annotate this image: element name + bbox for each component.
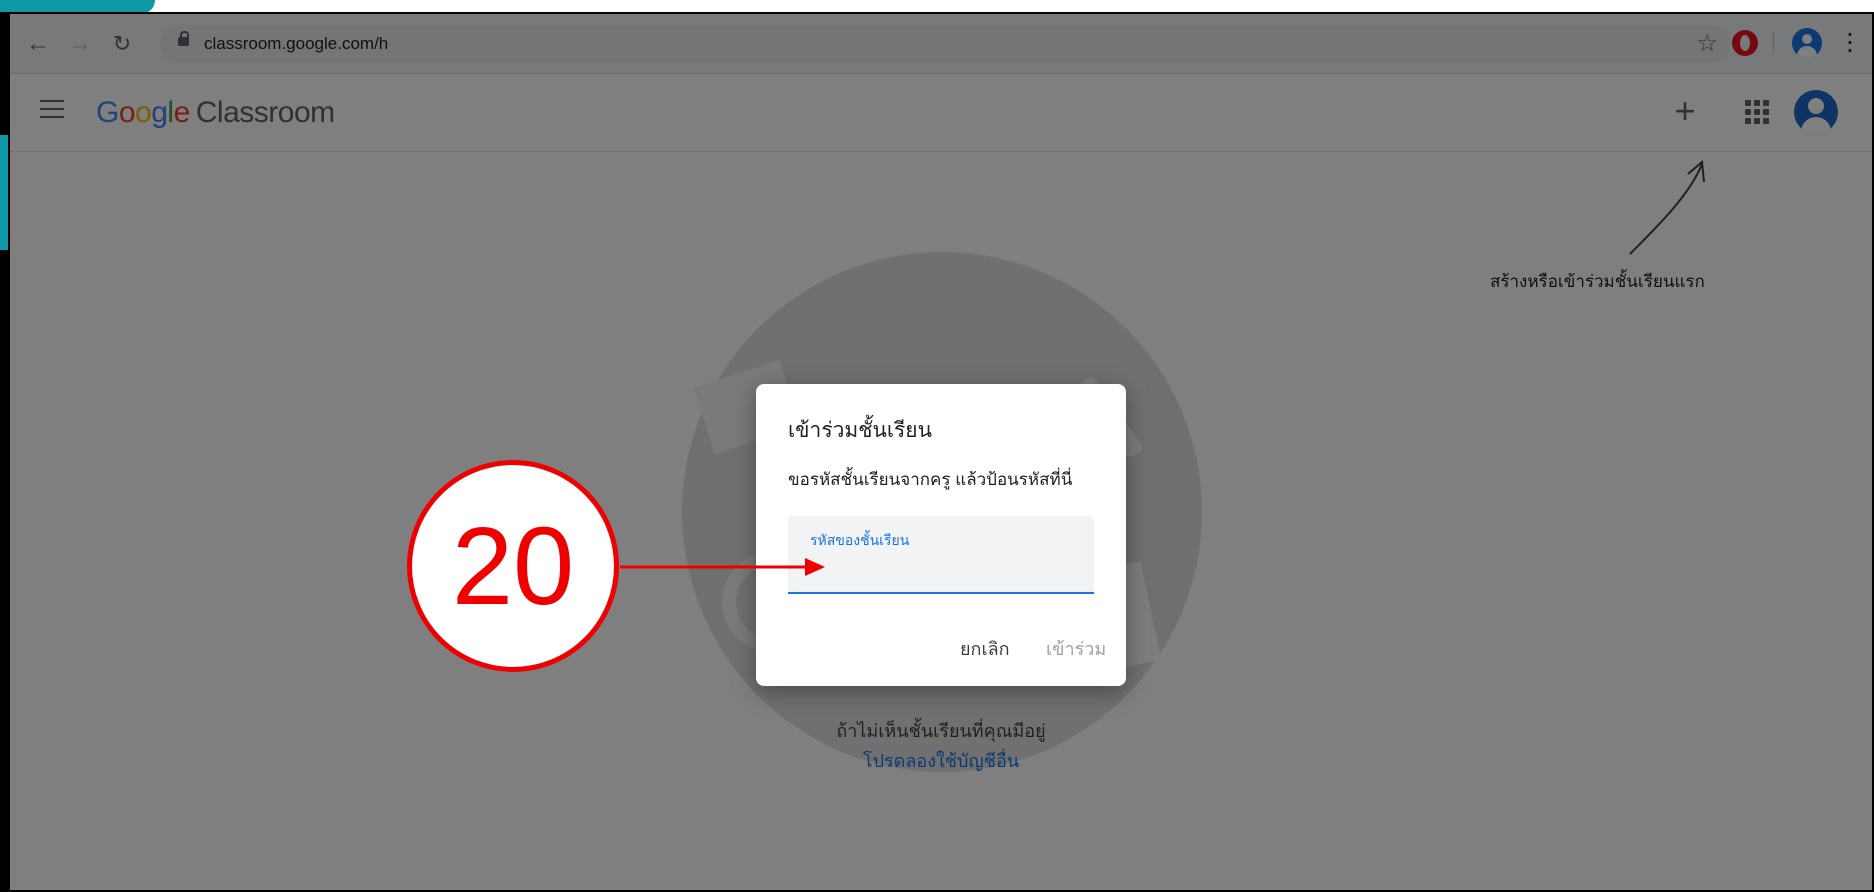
annotation-arrow (620, 558, 825, 576)
